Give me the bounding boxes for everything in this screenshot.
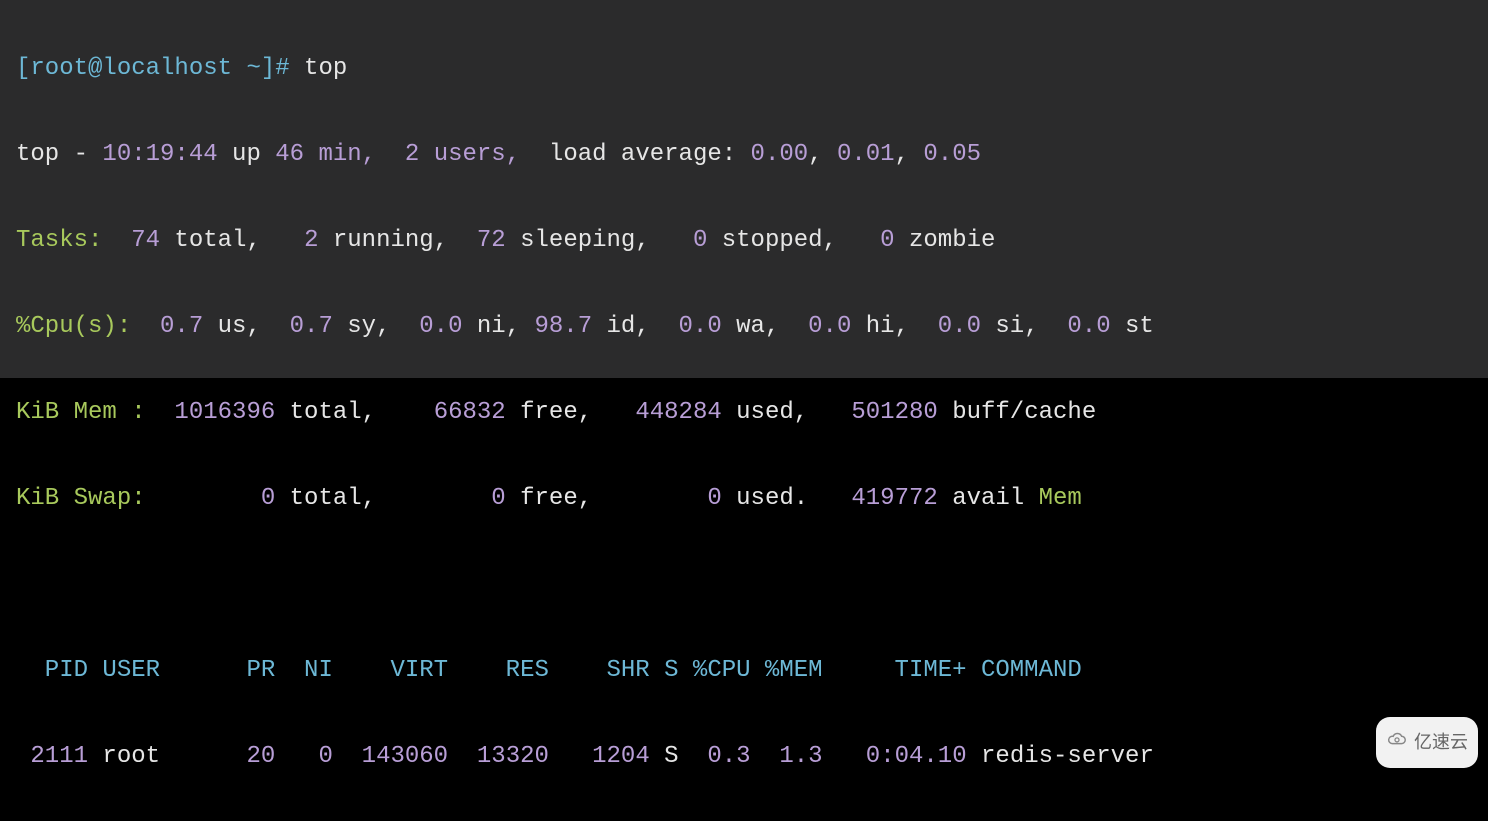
cpu-si-l: si, (981, 313, 1039, 340)
cloud-icon (1386, 721, 1408, 764)
tasks-sleep-n: 72 (448, 227, 506, 254)
mem-buff-l: buff/cache (938, 399, 1096, 426)
cpu-label: %Cpu(s): (16, 313, 131, 340)
swap-free-n: 0 (376, 485, 506, 512)
cpu-hi-l: hi, (851, 313, 909, 340)
prompt-line: [root@localhost ~]# top (16, 47, 1472, 90)
mem-free-n: 66832 (376, 399, 506, 426)
swap-avail-mem: Mem (1039, 485, 1082, 512)
watermark-text: 亿速云 (1414, 721, 1468, 764)
cpu-hi-n: 0.0 (779, 313, 851, 340)
tasks-total-n: 74 (102, 227, 160, 254)
mem-used-n: 448284 (592, 399, 722, 426)
cpu-id-n: 98.7 (520, 313, 592, 340)
tasks-stop-l: stopped, (707, 227, 837, 254)
proc-virt: 143060 (333, 743, 448, 770)
proc-mem: 1.3 (751, 743, 823, 770)
cpu-us-l: us, (203, 313, 261, 340)
cpu-wa-l: wa, (722, 313, 780, 340)
up-label: up (218, 141, 276, 168)
mem-free-l: free, (506, 399, 592, 426)
cpu-st-l: st (1111, 313, 1154, 340)
shell-prompt: [root@localhost ~]# (16, 55, 304, 82)
swap-used-l: used. (722, 485, 808, 512)
tasks-run-n: 2 (261, 227, 319, 254)
cpu-sy-n: 0.7 (261, 313, 333, 340)
swap-total-l: total, (275, 485, 376, 512)
tasks-stop-n: 0 (650, 227, 708, 254)
tasks-run-l: running, (318, 227, 448, 254)
tasks-zomb-n: 0 (837, 227, 895, 254)
swap-free-l: free, (506, 485, 592, 512)
process-table-header: PID USER PR NI VIRT RES SHR S %CPU %MEM … (16, 649, 1472, 692)
proc-command: redis-server (967, 743, 1154, 770)
cpu-st-n: 0.0 (1039, 313, 1111, 340)
proc-shr: 1204 (549, 743, 650, 770)
swap-avail-n: 419772 (808, 485, 938, 512)
cpu-wa-n: 0.0 (650, 313, 722, 340)
cpu-ni-n: 0.0 (390, 313, 462, 340)
blank-line (16, 563, 1472, 606)
tasks-line: Tasks: 74 total, 2 running, 72 sleeping,… (16, 219, 1472, 262)
proc-user: root (88, 743, 218, 770)
top-summary-line: top - 10:19:44 up 46 min, 2 users, load … (16, 133, 1472, 176)
process-row: 2111 root 20 0 143060 13320 1204 S 0.3 1… (16, 735, 1472, 778)
mem-total-l: total, (275, 399, 376, 426)
cpu-line: %Cpu(s): 0.7 us, 0.7 sy, 0.0 ni, 98.7 id… (16, 305, 1472, 348)
proc-cpu: 0.3 (679, 743, 751, 770)
command-typed: top (304, 55, 347, 82)
uptime: 46 min, (275, 141, 376, 168)
cpu-ni-l: ni, (462, 313, 520, 340)
proc-state: S (650, 743, 679, 770)
proc-pr: 20 (218, 743, 276, 770)
swap-line: KiB Swap: 0 total, 0 free, 0 used. 41977… (16, 477, 1472, 520)
load-5m: 0.01 (837, 141, 895, 168)
mem-label: KiB Mem : (16, 399, 146, 426)
tasks-total-l: total, (160, 227, 261, 254)
users-count: 2 users, (376, 141, 520, 168)
swap-label: KiB Swap: (16, 485, 146, 512)
load-15m: 0.05 (923, 141, 981, 168)
tasks-sleep-l: sleeping, (506, 227, 650, 254)
proc-ni: 0 (275, 743, 333, 770)
proc-res: 13320 (448, 743, 549, 770)
tasks-label: Tasks: (16, 227, 102, 254)
cpu-sy-l: sy, (333, 313, 391, 340)
tasks-zomb-l: zombie (895, 227, 996, 254)
terminal-output: [root@localhost ~]# top top - 10:19:44 u… (0, 0, 1488, 378)
swap-total-n: 0 (146, 485, 276, 512)
cpu-si-n: 0.0 (909, 313, 981, 340)
watermark-badge: 亿速云 (1376, 717, 1478, 768)
cpu-us-n: 0.7 (131, 313, 203, 340)
mem-total-n: 1016396 (146, 399, 276, 426)
cpu-id-l: id, (592, 313, 650, 340)
mem-line: KiB Mem : 1016396 total, 66832 free, 448… (16, 391, 1472, 434)
proc-pid: 2111 (16, 743, 88, 770)
load-1m: 0.00 (751, 141, 809, 168)
top-prefix: top - (16, 141, 102, 168)
proc-time: 0:04.10 (823, 743, 967, 770)
mem-buff-n: 501280 (808, 399, 938, 426)
swap-used-n: 0 (592, 485, 722, 512)
swap-avail-l: avail (938, 485, 1039, 512)
mem-used-l: used, (722, 399, 808, 426)
current-time: 10:19:44 (102, 141, 217, 168)
load-label: load average: (520, 141, 750, 168)
